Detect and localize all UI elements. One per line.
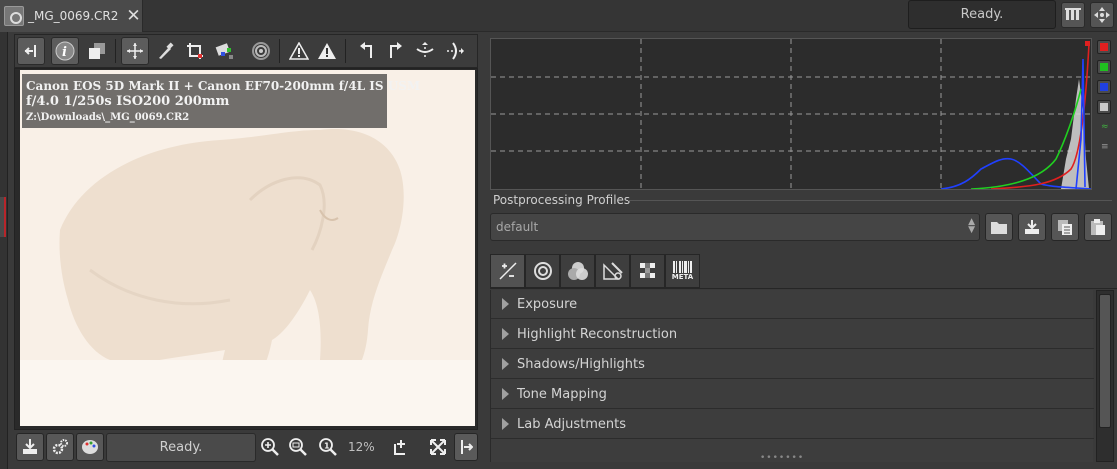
palette-icon [82,440,98,454]
open-external-editor-button[interactable] [76,433,104,461]
editor-toolbar: i [14,34,478,68]
panel-item-label: Tone Mapping [517,386,607,402]
file-path-info: Z:\Downloads\_MG_0069.CR2 [26,112,190,123]
close-icon[interactable]: ✕ [126,6,140,26]
profile-select[interactable]: default ▲ ▼ [490,213,980,241]
send-to-queue-button[interactable] [46,433,74,461]
expand-arrow-icon [502,298,509,310]
tool-tabs: META [490,254,710,288]
exposure-tab-icon[interactable] [490,254,525,288]
copy-profile-button[interactable] [1051,213,1079,241]
editor-bottom-bar: Ready. 1 12% [14,432,478,464]
queue-button[interactable] [1061,2,1085,28]
svg-text:1: 1 [324,442,330,451]
rotate-right-icon[interactable] [381,37,409,65]
straighten-icon[interactable] [247,37,275,65]
zoom-fit-icon[interactable] [286,434,310,460]
shadow-clip-warning-icon[interactable] [285,37,313,65]
move-icon [1094,7,1110,23]
rotate-left-icon[interactable] [353,37,381,65]
image-info-overlay: Canon EOS 5D Mark II + Canon EF70-200mm … [22,74,421,128]
save-icon [1025,220,1039,234]
metadata-tab-label: META [671,273,694,281]
panel-item-label: Lab Adjustments [517,416,627,432]
highlight-clip-warning-icon[interactable] [313,37,341,65]
histogram-mode-toggle-icon[interactable]: ≡ [1101,142,1109,152]
copy-icon [1058,220,1072,235]
panel-item-exposure[interactable]: Exposure [491,290,1094,319]
expand-arrow-icon [502,418,509,430]
raw-tab-icon[interactable] [630,254,665,288]
panel-item-tone-mapping[interactable]: Tone Mapping [491,380,1094,409]
paste-icon [1091,219,1105,235]
histogram-luminance-toggle[interactable] [1097,100,1111,114]
tool-panel: Exposure Highlight Reconstruction Shadow… [490,290,1094,462]
left-panel-strip[interactable] [0,32,8,469]
file-tab[interactable]: _MG_0069.CR2 ✕ [0,0,143,32]
panel-scrollbar[interactable] [1096,290,1114,462]
zoom-100-icon[interactable]: 1 [316,434,340,460]
tabs-divider [490,288,1117,289]
detail-tab-icon[interactable] [525,254,560,288]
navigator-button[interactable] [1090,2,1114,28]
color-picker-icon[interactable] [151,37,179,65]
profiles-label: Postprocessing Profiles [493,193,631,207]
new-detail-window-icon[interactable] [390,434,414,460]
flip-horizontal-icon[interactable] [441,37,469,65]
crop-icon[interactable] [181,37,209,65]
panel-item-highlight-reconstruction[interactable]: Highlight Reconstruction [491,320,1094,349]
flip-vertical-icon[interactable] [411,37,439,65]
save-image-button[interactable] [16,433,44,461]
exposure-info: f/4.0 1/250s ISO200 200mm [26,94,230,109]
metadata-tab-icon[interactable]: META [665,254,700,288]
zoom-level: 12% [348,440,375,454]
zoom-in-icon[interactable] [258,434,282,460]
queue-icon [1065,8,1081,20]
paste-profile-button[interactable] [1084,213,1112,241]
histogram-green-toggle[interactable] [1097,60,1111,74]
hand-icon[interactable] [121,37,149,65]
white-balance-icon[interactable] [211,37,239,65]
profiles-divider [628,200,1112,201]
load-profile-button[interactable] [985,213,1013,241]
file-tab-label: _MG_0069.CR2 [28,9,119,23]
fullscreen-icon[interactable] [426,434,450,460]
camera-lens-info: Canon EOS 5D Mark II + Canon EF70-200mm … [26,79,421,93]
folder-icon [991,222,1007,234]
expand-arrow-icon [502,388,509,400]
panel-item-label: Shadows/Highlights [517,356,645,372]
top-status-field: Ready. [908,0,1056,29]
hide-right-panel-button[interactable] [454,433,478,461]
raw-file-icon [4,6,24,26]
panel-item-label: Highlight Reconstruction [517,326,678,342]
panel-item-label: Exposure [517,296,578,312]
panel-item-lab-adjustments[interactable]: Lab Adjustments [491,410,1094,439]
svg-text:i: i [62,45,67,60]
panel-item-shadows-highlights[interactable]: Shadows/Highlights [491,350,1094,379]
select-arrows-icon: ▲ ▼ [968,217,975,235]
before-after-icon[interactable] [83,37,111,65]
transform-tab-icon[interactable] [595,254,630,288]
info-icon[interactable]: i [51,37,79,65]
expand-arrow-icon [502,358,509,370]
profile-select-value: default [496,220,539,234]
histogram[interactable] [490,38,1092,190]
histogram-blue-toggle[interactable] [1097,80,1111,94]
panel-toggle-icon [461,440,473,454]
expand-arrow-icon [502,328,509,340]
save-profile-button[interactable] [1018,213,1046,241]
resize-grip-icon[interactable]: ••••••• [760,453,804,463]
histogram-red-toggle[interactable] [1097,40,1111,54]
scrollbar-thumb[interactable] [1099,294,1111,428]
gears-icon [52,439,68,455]
bottom-status-field: Ready. [106,433,256,462]
histogram-raw-toggle-icon[interactable]: ≈ [1101,122,1109,132]
color-tab-icon[interactable] [560,254,595,288]
hide-panel-icon[interactable] [17,37,45,65]
save-icon [23,439,37,454]
